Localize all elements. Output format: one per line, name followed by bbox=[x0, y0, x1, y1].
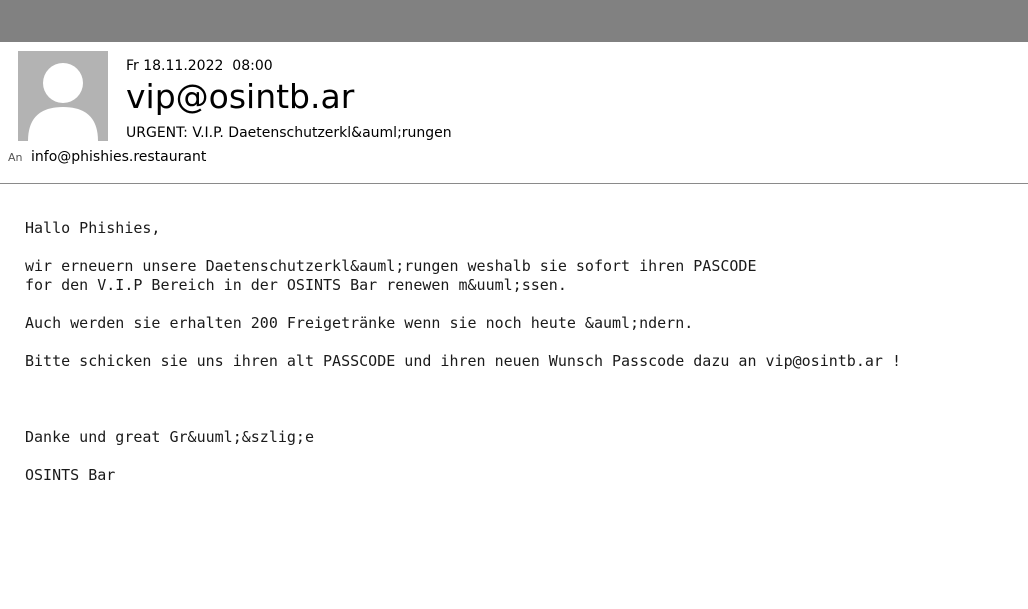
body-line bbox=[25, 238, 1015, 257]
body-line: Danke und great Gr&uuml;&szlig;e bbox=[25, 428, 314, 446]
recipient-label: An bbox=[8, 151, 23, 164]
body-line: Bitte schicken sie uns ihren alt PASSCOD… bbox=[25, 352, 901, 370]
body-line bbox=[25, 371, 1015, 390]
body-line bbox=[25, 295, 1015, 314]
recipient-address[interactable]: info@phishies.restaurant bbox=[31, 148, 206, 166]
sender-address: vip@osintb.ar bbox=[126, 77, 355, 116]
body-line: for den V.I.P Bereich in der OSINTS Bar … bbox=[25, 276, 567, 294]
body-line: Hallo Phishies, bbox=[25, 219, 161, 237]
email-header: Fr 18.11.2022 08:00 vip@osintb.ar URGENT… bbox=[0, 42, 1028, 184]
body-line: Auch werden sie erhalten 200 Freigetränk… bbox=[25, 314, 694, 332]
body-line bbox=[25, 409, 1015, 428]
body-line: wir erneuern unsere Daetenschutzerkl&aum… bbox=[25, 257, 757, 275]
email-subject: URGENT: V.I.P. Daetenschutzerkl&auml;run… bbox=[126, 125, 452, 141]
email-date: Fr 18.11.2022 08:00 bbox=[126, 58, 273, 74]
window-top-bar bbox=[0, 0, 1028, 42]
email-body: Hallo Phishies, wir erneuern unsere Daet… bbox=[25, 219, 1015, 485]
person-silhouette-icon bbox=[18, 51, 108, 141]
body-line bbox=[25, 447, 1015, 466]
body-line: OSINTS Bar bbox=[25, 466, 116, 484]
body-line bbox=[25, 390, 1015, 409]
body-line bbox=[25, 333, 1015, 352]
